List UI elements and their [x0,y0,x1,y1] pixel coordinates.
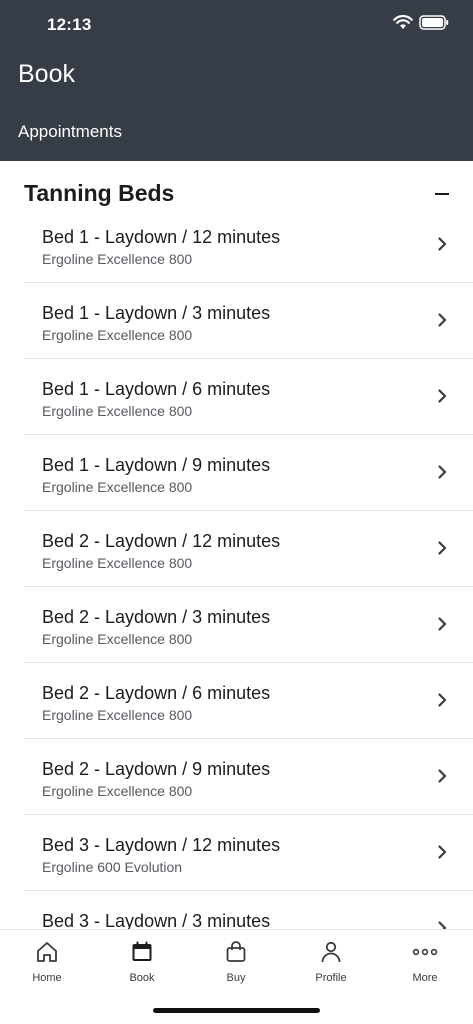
item-title: Bed 2 - Laydown / 3 minutes [42,607,271,627]
person-icon [291,938,371,966]
list-item[interactable]: Bed 2 - Laydown / 3 minutes Ergoline Exc… [24,587,473,663]
chevron-right-icon [438,389,447,408]
item-subtitle: Ergoline 600 Evolution [42,859,183,875]
service-list: Bed 1 - Laydown / 12 minutes Ergoline Ex… [24,213,473,929]
item-title: Bed 1 - Laydown / 6 minutes [42,379,271,399]
item-title: Bed 2 - Laydown / 9 minutes [42,759,271,779]
app-header: 12:13 Book Appointments [0,0,473,161]
chevron-right-icon [438,541,447,560]
tab-label: Buy [226,972,246,984]
shopping-bag-icon [196,938,276,966]
item-title: Bed 3 - Laydown / 3 minutes [42,911,271,929]
tab-buy[interactable]: Buy [196,938,276,984]
chevron-right-icon [438,313,447,332]
home-icon [7,938,87,966]
status-bar: 12:13 [0,0,473,48]
status-icons [393,15,449,30]
chevron-right-icon [438,465,447,484]
chevron-right-icon [438,237,447,256]
page-title: Book [18,60,75,88]
tab-label: Profile [315,972,347,984]
item-subtitle: Ergoline Excellence 800 [42,479,193,495]
calendar-icon [102,938,182,966]
item-title: Bed 2 - Laydown / 12 minutes [42,531,281,551]
item-title: Bed 1 - Laydown / 3 minutes [42,303,271,323]
wifi-icon [393,15,413,30]
item-title: Bed 2 - Laydown / 6 minutes [42,683,271,703]
section-header-tanning-beds[interactable]: Tanning Beds [0,161,473,213]
chevron-right-icon [438,693,447,712]
chevron-right-icon [438,617,447,636]
list-item[interactable]: Bed 2 - Laydown / 9 minutes Ergoline Exc… [24,739,473,815]
content-area[interactable]: Tanning Beds Bed 1 - Laydown / 12 minute… [0,161,473,929]
chevron-right-icon [438,845,447,864]
tab-label: Book [129,972,155,984]
section-title: Tanning Beds [24,180,175,206]
list-item[interactable]: Bed 1 - Laydown / 6 minutes Ergoline Exc… [24,359,473,435]
item-title: Bed 3 - Laydown / 12 minutes [42,835,281,855]
item-title: Bed 1 - Laydown / 12 minutes [42,227,281,247]
chevron-right-icon [438,921,447,929]
item-subtitle: Ergoline Excellence 800 [42,707,193,723]
item-subtitle: Ergoline Excellence 800 [42,327,193,343]
list-item[interactable]: Bed 1 - Laydown / 12 minutes Ergoline Ex… [24,213,473,283]
more-dots-icon [385,938,465,966]
tab-more[interactable]: More [385,938,465,984]
collapse-minus-icon[interactable] [435,193,449,195]
appointments-link[interactable]: Appointments [18,122,122,142]
tab-label: More [412,972,438,984]
list-item[interactable]: Bed 3 - Laydown / 3 minutes [24,891,473,929]
list-item[interactable]: Bed 1 - Laydown / 9 minutes Ergoline Exc… [24,435,473,511]
list-item[interactable]: Bed 1 - Laydown / 3 minutes Ergoline Exc… [24,283,473,359]
item-title: Bed 1 - Laydown / 9 minutes [42,455,271,475]
tab-profile[interactable]: Profile [291,938,371,984]
item-subtitle: Ergoline Excellence 800 [42,403,193,419]
tab-home[interactable]: Home [7,938,87,984]
home-indicator [153,1008,320,1013]
tab-label: Home [32,972,62,984]
list-item[interactable]: Bed 3 - Laydown / 12 minutes Ergoline 60… [24,815,473,891]
tab-book[interactable]: Book [102,938,182,984]
item-subtitle: Ergoline Excellence 800 [42,631,193,647]
item-subtitle: Ergoline Excellence 800 [42,783,193,799]
battery-icon [419,15,449,30]
status-time: 12:13 [47,15,92,34]
list-item[interactable]: Bed 2 - Laydown / 12 minutes Ergoline Ex… [24,511,473,587]
item-subtitle: Ergoline Excellence 800 [42,555,193,571]
item-subtitle: Ergoline Excellence 800 [42,251,193,267]
chevron-right-icon [438,769,447,788]
list-item[interactable]: Bed 2 - Laydown / 6 minutes Ergoline Exc… [24,663,473,739]
